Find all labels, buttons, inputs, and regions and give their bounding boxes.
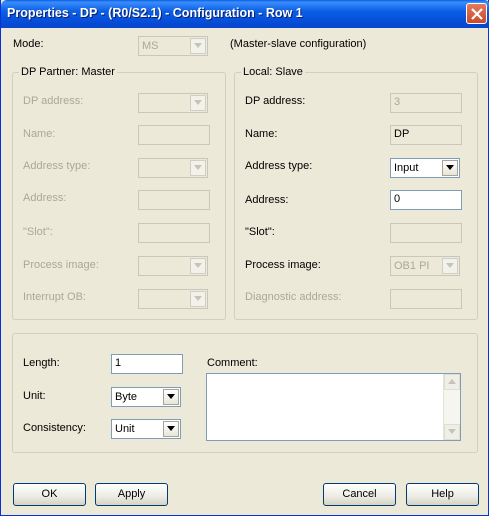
comment-textarea[interactable]	[206, 373, 461, 441]
apply-button[interactable]: Apply	[95, 483, 168, 506]
unit-select[interactable]: Byte	[111, 387, 181, 407]
properties-dialog: Properties - DP - (R0/S2.1) - Configurat…	[0, 0, 489, 516]
chevron-up-icon	[448, 379, 456, 384]
local-dp-address-label: DP address:	[245, 95, 306, 107]
partner-slot-field[interactable]	[138, 223, 210, 243]
local-process-image-value: OB1 PI	[394, 260, 430, 272]
length-label: Length:	[23, 357, 60, 369]
unit-label: Unit:	[23, 390, 46, 402]
partner-address-type-select[interactable]	[138, 158, 208, 178]
length-field[interactable]: 1	[111, 354, 183, 374]
local-process-image-arrow	[442, 258, 458, 274]
help-button[interactable]: Help	[406, 483, 479, 506]
local-diagnostic-field[interactable]	[390, 289, 462, 309]
unit-value: Byte	[115, 391, 138, 403]
mode-label: Mode:	[13, 38, 44, 50]
local-slot-label: "Slot":	[245, 226, 275, 238]
ok-button[interactable]: OK	[13, 483, 86, 506]
close-icon	[471, 8, 483, 20]
local-address-type-select[interactable]: Input	[390, 158, 460, 178]
partner-dp-address-arrow	[190, 95, 206, 111]
local-address-type-arrow[interactable]	[442, 160, 458, 176]
local-address-type-value: Input	[394, 162, 419, 174]
local-dp-address-field[interactable]: 3	[390, 93, 462, 113]
mode-select[interactable]: MS	[138, 36, 208, 56]
consistency-label: Consistency:	[23, 422, 86, 434]
comment-label: Comment:	[207, 357, 258, 369]
partner-process-image-label: Process image:	[23, 259, 99, 271]
cancel-button[interactable]: Cancel	[323, 483, 396, 506]
partner-address-field[interactable]	[138, 190, 210, 210]
local-diagnostic-label: Diagnostic address:	[245, 291, 342, 303]
partner-process-image-arrow	[190, 258, 206, 274]
consistency-value: Unit	[115, 423, 135, 435]
partner-dp-address-label: DP address:	[23, 95, 84, 107]
chevron-down-icon	[167, 394, 175, 399]
chevron-down-icon	[194, 296, 202, 301]
chevron-down-icon	[194, 100, 202, 105]
chevron-down-icon	[167, 426, 175, 431]
consistency-dropdown-arrow[interactable]	[163, 421, 179, 437]
partner-address-label: Address:	[23, 192, 67, 204]
local-address-type-label: Address type:	[245, 160, 313, 172]
chevron-down-icon	[194, 43, 202, 48]
partner-dp-address-select[interactable]	[138, 93, 208, 113]
unit-dropdown-arrow[interactable]	[163, 389, 179, 405]
partner-name-field[interactable]	[138, 125, 210, 145]
partner-name-label: Name:	[23, 128, 56, 140]
partner-interrupt-ob-label: Interrupt OB:	[23, 291, 86, 303]
partner-process-image-select[interactable]	[138, 256, 208, 276]
partner-legend: DP Partner: Master	[19, 66, 117, 78]
local-name-label: Name:	[245, 128, 278, 140]
partner-interrupt-ob-arrow	[190, 291, 206, 307]
scroll-down-button[interactable]	[444, 424, 460, 440]
close-button[interactable]	[466, 3, 487, 24]
scroll-up-button[interactable]	[444, 374, 460, 390]
local-process-image-select[interactable]: OB1 PI	[390, 256, 460, 276]
local-process-image-label: Process image:	[245, 259, 321, 271]
title-bar[interactable]: Properties - DP - (R0/S2.1) - Configurat…	[1, 0, 489, 28]
consistency-select[interactable]: Unit	[111, 419, 181, 439]
local-legend: Local: Slave	[241, 66, 305, 78]
mode-value: MS	[142, 40, 159, 52]
chevron-down-icon	[446, 263, 454, 268]
partner-address-type-label: Address type:	[23, 160, 91, 172]
local-slot-field[interactable]	[390, 223, 462, 243]
partner-address-type-arrow	[190, 160, 206, 176]
local-name-field[interactable]: DP	[390, 125, 462, 145]
mode-description: (Master-slave configuration)	[230, 38, 367, 50]
partner-slot-label: "Slot":	[23, 226, 53, 238]
window-title: Properties - DP - (R0/S2.1) - Configurat…	[7, 6, 303, 20]
chevron-down-icon	[194, 165, 202, 170]
chevron-down-icon	[446, 165, 454, 170]
chevron-down-icon	[194, 263, 202, 268]
mode-dropdown-arrow	[190, 38, 206, 54]
local-address-field[interactable]: 0	[390, 190, 462, 210]
chevron-down-icon	[448, 429, 456, 434]
comment-scrollbar[interactable]	[443, 374, 460, 440]
local-address-label: Address:	[245, 194, 289, 206]
partner-interrupt-ob-select[interactable]	[138, 289, 208, 309]
